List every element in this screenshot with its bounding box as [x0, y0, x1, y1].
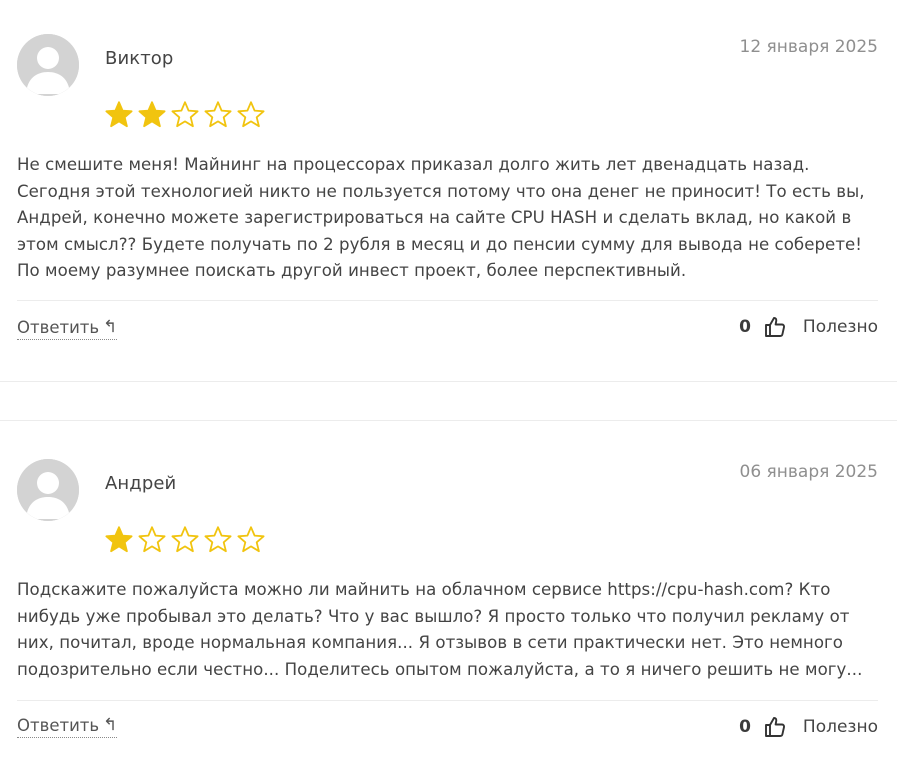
star-empty-icon — [237, 526, 265, 553]
useful-button[interactable]: Полезно — [803, 317, 878, 337]
reply-arrow-icon: ↰ — [103, 317, 118, 337]
star-rating — [103, 524, 267, 556]
reply-button[interactable]: Ответить ↰ — [17, 715, 118, 738]
useful-count: 0 — [739, 717, 751, 737]
star-empty-icon — [237, 101, 265, 128]
review-author: Виктор — [105, 48, 174, 69]
star-filled-icon — [105, 101, 133, 128]
reply-label: Ответить — [17, 716, 100, 735]
avatar — [17, 34, 79, 96]
reply-arrow-icon: ↰ — [103, 715, 118, 735]
star-empty-icon — [171, 101, 199, 128]
section-divider — [0, 381, 897, 382]
thumbs-up-icon[interactable] — [763, 315, 787, 339]
star-filled-icon — [105, 526, 133, 553]
user-silhouette-icon — [17, 34, 79, 96]
review-text: Не смешите меня! Майнинг на процессорах … — [17, 155, 865, 280]
reply-label: Ответить — [17, 318, 100, 337]
review-text: Подскажите пожалуйста можно ли майнить н… — [17, 580, 863, 679]
useful-count: 0 — [739, 317, 751, 337]
user-silhouette-icon — [17, 459, 79, 521]
useful-group: 0 Полезно — [739, 715, 878, 739]
thumbs-up-icon[interactable] — [763, 715, 787, 739]
divider — [17, 300, 878, 301]
star-rating — [103, 99, 267, 131]
avatar — [17, 459, 79, 521]
star-empty-icon — [204, 101, 232, 128]
review-date: 06 января 2025 — [739, 462, 879, 482]
useful-group: 0 Полезно — [739, 315, 878, 339]
divider — [17, 700, 878, 701]
star-filled-icon — [138, 101, 166, 128]
star-empty-icon — [171, 526, 199, 553]
star-empty-icon — [138, 526, 166, 553]
useful-button[interactable]: Полезно — [803, 717, 878, 737]
star-empty-icon — [204, 526, 232, 553]
review-date: 12 января 2025 — [739, 37, 879, 57]
section-divider — [0, 420, 897, 421]
review-author: Андрей — [105, 473, 177, 494]
reply-button[interactable]: Ответить ↰ — [17, 317, 118, 340]
